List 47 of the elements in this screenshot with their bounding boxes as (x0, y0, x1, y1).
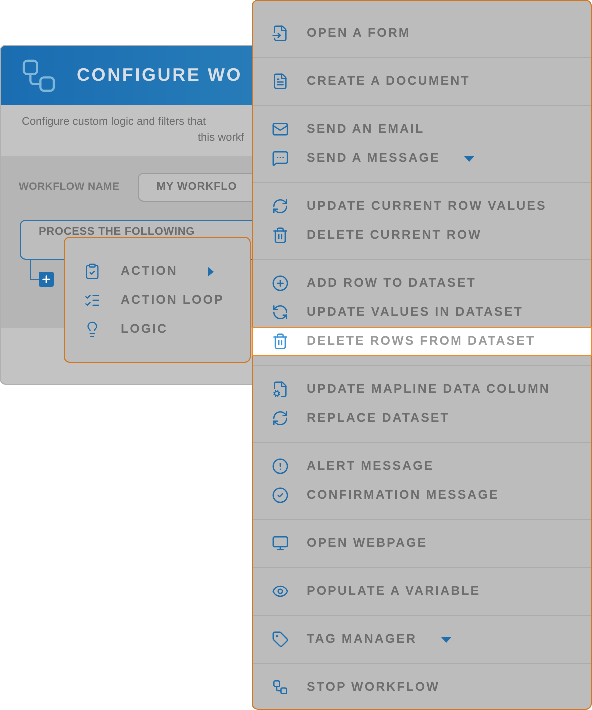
menu-item[interactable]: OPEN A FORM (253, 19, 591, 48)
alert-icon (272, 458, 289, 475)
submenu-caret-icon (208, 267, 214, 277)
dialog-description: Configure custom logic and filters that (22, 115, 206, 130)
dropdown-caret-icon (441, 636, 452, 642)
refresh-icon (272, 198, 289, 215)
monitor-icon (272, 535, 289, 552)
dialog-description: this workf (198, 131, 244, 146)
menu-item[interactable]: OPEN WEBPAGE (253, 529, 591, 558)
menu-item[interactable]: STOP WORKFLOW (253, 673, 591, 702)
menu-item[interactable]: DELETE CURRENT ROW (253, 221, 591, 250)
eye-icon (272, 583, 289, 600)
popup-item[interactable]: ACTION (84, 257, 250, 286)
popup-item[interactable]: ACTION LOOP (84, 286, 250, 315)
plus-icon (41, 274, 52, 285)
menu-item[interactable]: UPDATE MAPLINE DATA COLUMN (253, 375, 591, 404)
field-label: WORKFLOW NAME (19, 180, 120, 195)
plus-circle-icon (272, 275, 289, 292)
popup-item[interactable]: LOGIC (84, 315, 250, 344)
clipboard-check-icon (84, 263, 101, 280)
add-step-button[interactable] (39, 272, 54, 287)
refresh-icon (272, 304, 289, 321)
check-circle-icon (272, 487, 289, 504)
menu-item[interactable]: SEND A MESSAGE (253, 144, 591, 173)
menu-item[interactable]: UPDATE VALUES IN DATASET (253, 298, 591, 327)
envelope-icon (272, 121, 289, 138)
menu-item[interactable]: ADD ROW TO DATASET (253, 269, 591, 298)
menu-item[interactable]: ALERT MESSAGE (253, 452, 591, 481)
window-title: CONFIGURE WO (77, 64, 243, 87)
form-icon (272, 25, 289, 42)
menu-item[interactable]: REPLACE DATASET (253, 404, 591, 433)
menu-item[interactable]: TAG MANAGER (253, 625, 591, 654)
tag-icon (272, 631, 289, 648)
workflow-icon (272, 679, 289, 696)
menu-item[interactable]: CREATE A DOCUMENT (253, 67, 591, 96)
checklist-icon (84, 292, 101, 309)
menu-item[interactable]: CONFIRMATION MESSAGE (253, 481, 591, 510)
menu-item[interactable]: SEND AN EMAIL (253, 115, 591, 144)
document-icon (272, 73, 289, 90)
dropdown-caret-icon (464, 156, 476, 162)
chat-bubble-icon (272, 150, 289, 167)
trash-icon (272, 333, 289, 350)
file-gear-icon (272, 381, 289, 398)
trash-icon (272, 227, 289, 244)
menu-item[interactable]: DELETE ROWS FROM DATASET (252, 327, 592, 356)
refresh-icon (272, 410, 289, 427)
menu-item[interactable]: POPULATE A VARIABLE (253, 577, 591, 606)
